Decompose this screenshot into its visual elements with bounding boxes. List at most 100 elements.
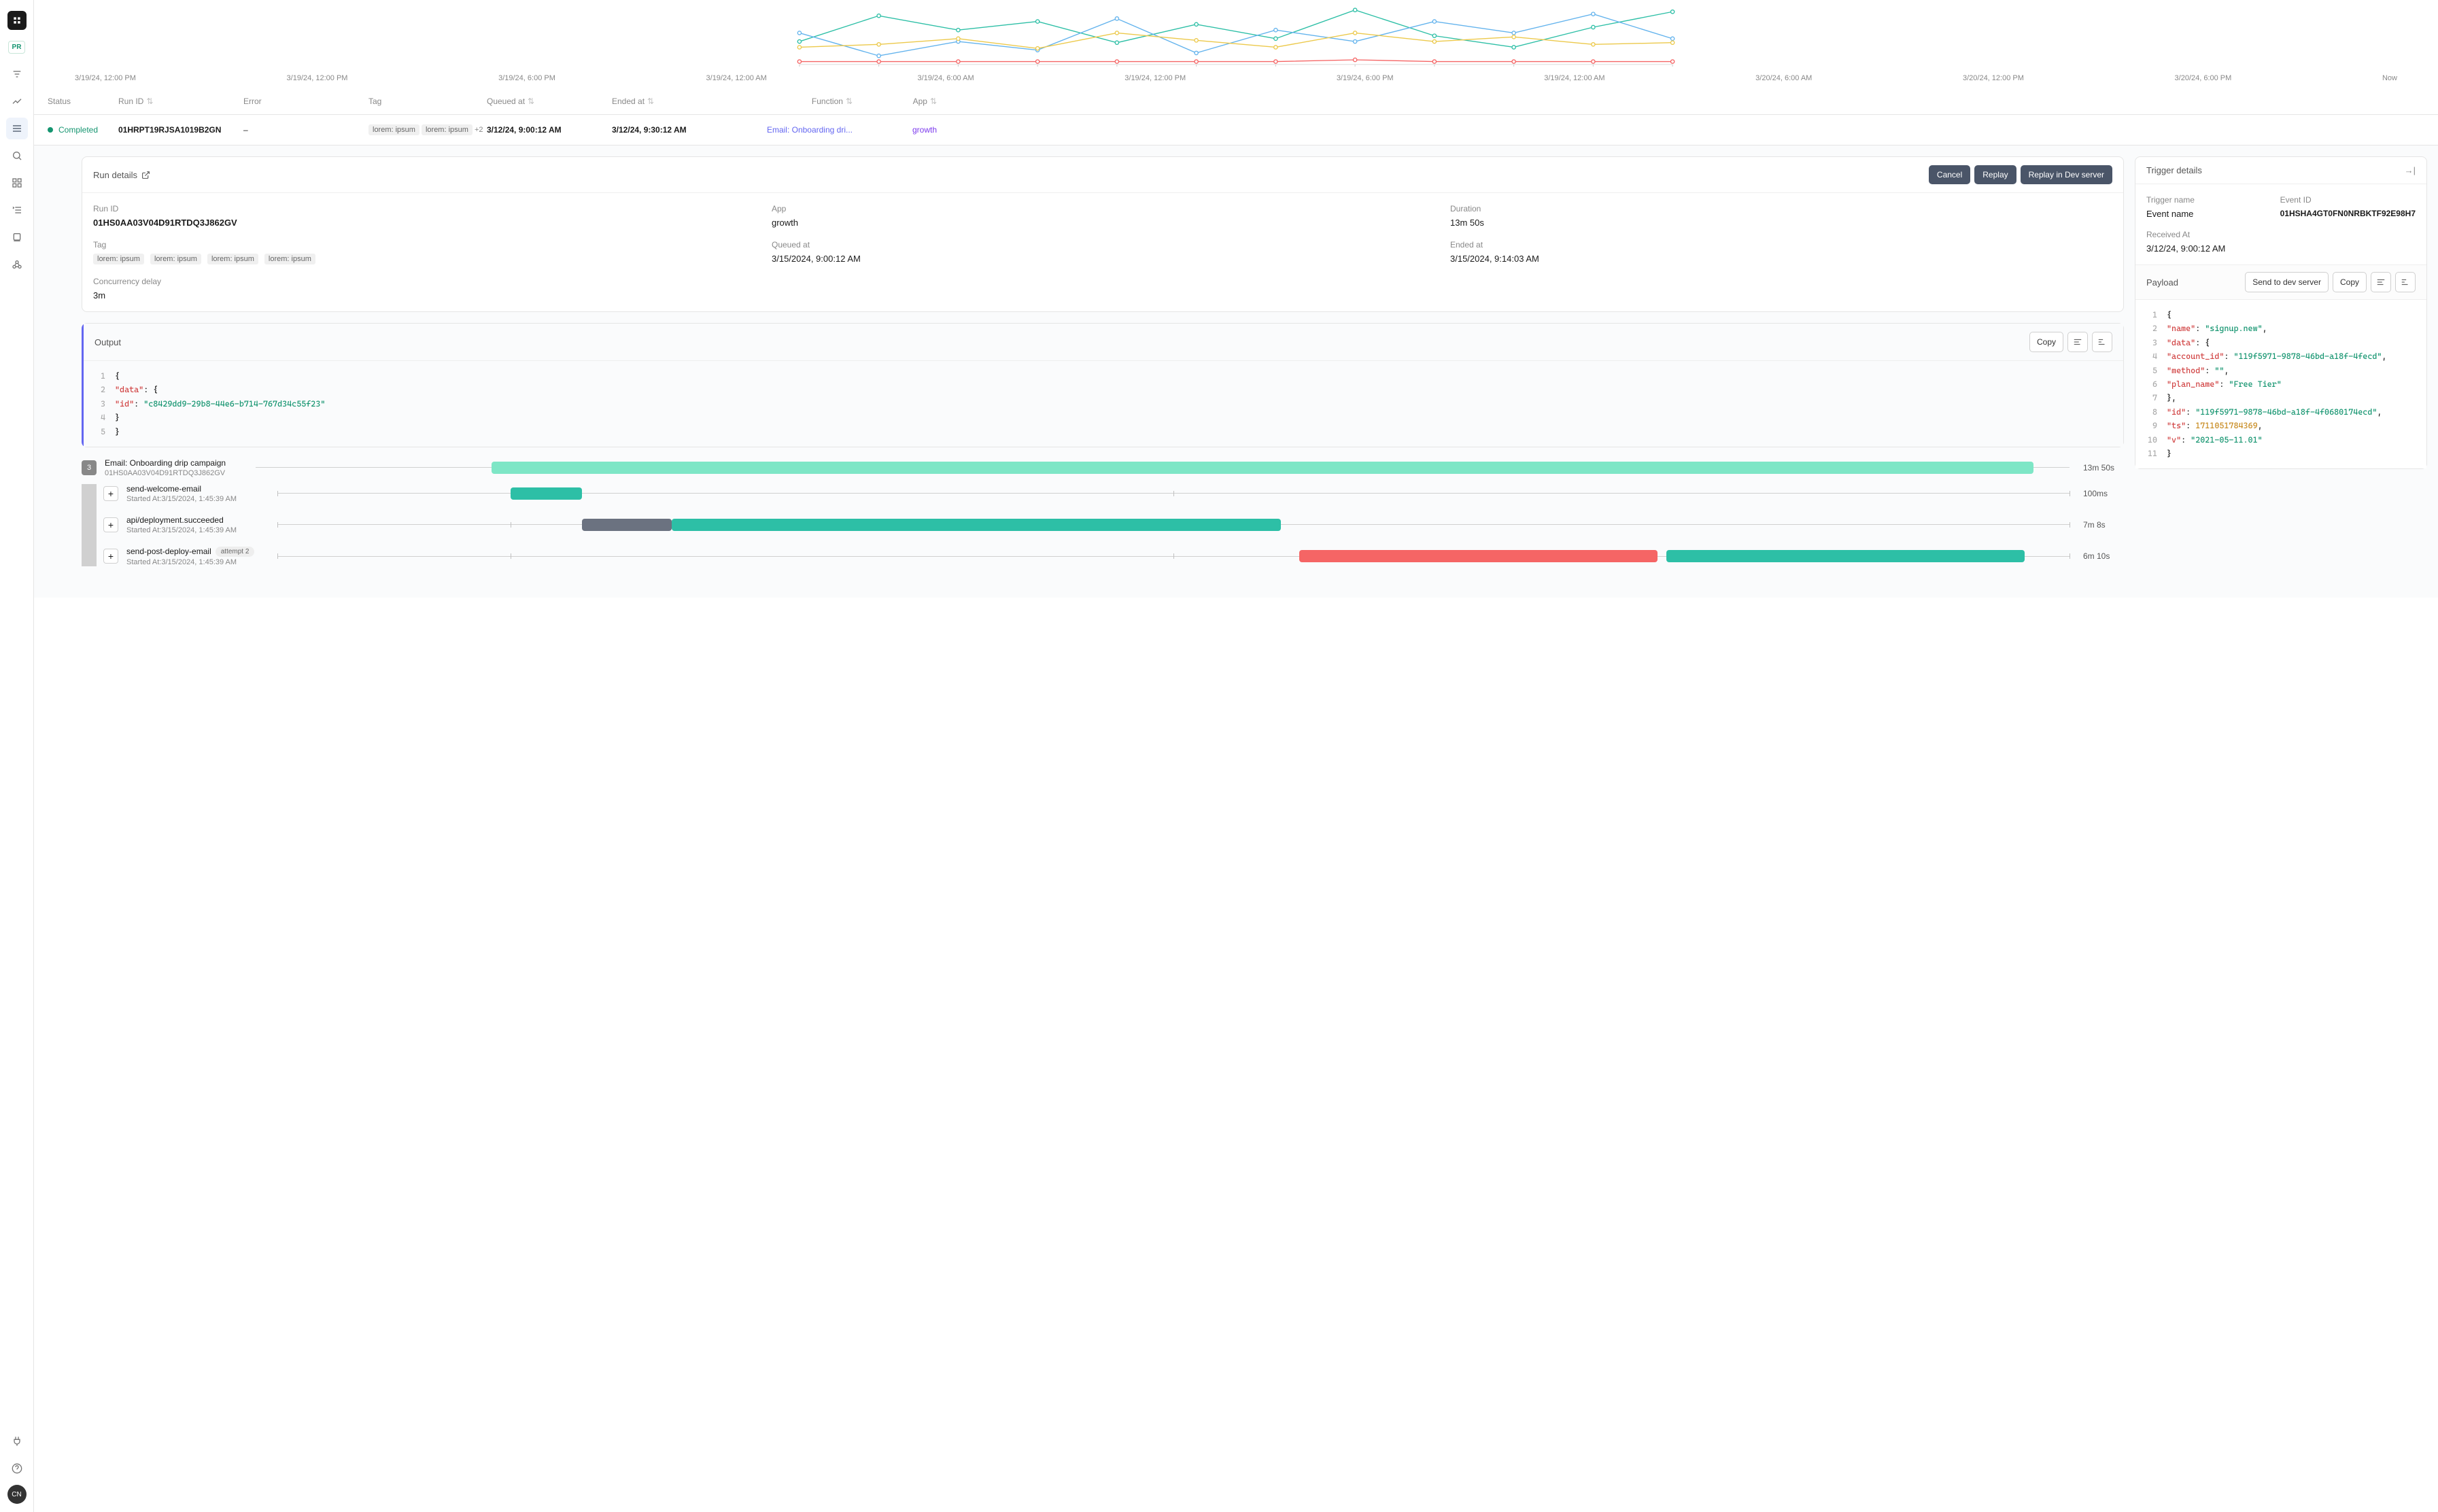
step-duration: 6m 10s (2083, 551, 2124, 561)
th-queued[interactable]: Queued at ⇅ (487, 97, 609, 106)
queue-icon[interactable] (6, 199, 28, 221)
cell-ended: 3/12/24, 9:30:12 AM (612, 125, 734, 135)
step-sub: Started At:3/15/2024, 1:45:39 AM (126, 495, 269, 503)
step-count-badge: 3 (82, 460, 97, 475)
step-name: Email: Onboarding drip campaign (105, 458, 247, 468)
label-tag: Tag (93, 240, 755, 250)
filter-icon[interactable] (6, 63, 28, 85)
format-icon[interactable] (2092, 332, 2112, 352)
trigger-card: Trigger details →| Trigger name Event nam… (2135, 156, 2427, 469)
expand-button[interactable]: + (103, 549, 118, 564)
replay-button[interactable]: Replay (1974, 165, 2016, 184)
step-duration: 7m 8s (2083, 520, 2124, 530)
list-icon[interactable] (6, 118, 28, 139)
th-ended[interactable]: Ended at ⇅ (612, 97, 734, 106)
output-code: 1{2 "data": {3 "id": "c8429dd9-29b8-44e6… (84, 361, 2123, 447)
th-function[interactable]: Function ⇅ (737, 97, 853, 106)
tag-chip: lorem: ipsum (93, 254, 144, 264)
cancel-button[interactable]: Cancel (1929, 165, 1970, 184)
tag-chip: lorem: ipsum (150, 254, 201, 264)
status-text: Completed (58, 125, 98, 135)
sort-icon: ⇅ (528, 97, 534, 106)
step-name: api/deployment.succeeded (126, 515, 269, 525)
th-run-id[interactable]: Run ID⇅ (118, 97, 241, 106)
send-dev-button[interactable]: Send to dev server (2245, 272, 2329, 292)
val-duration: 13m 50s (1450, 218, 2112, 228)
cell-function[interactable]: Email: Onboarding dri... (737, 125, 853, 135)
th-label: Run ID (118, 97, 143, 106)
val-received: 3/12/24, 9:00:12 AM (2146, 243, 2267, 254)
th-status[interactable]: Status (48, 97, 116, 106)
wrap-icon[interactable] (2371, 272, 2391, 292)
external-link-icon[interactable] (141, 171, 150, 179)
expand-button[interactable]: + (103, 517, 118, 532)
wrap-icon[interactable] (2067, 332, 2088, 352)
layers-icon[interactable] (6, 226, 28, 248)
tag-chip: lorem: ipsum (368, 124, 419, 135)
val-queued: 3/15/2024, 9:00:12 AM (772, 254, 1434, 264)
cell-run-id: 01HRPT19RJSA1019B2GN (118, 125, 241, 135)
expand-button[interactable]: + (103, 486, 118, 501)
val-run-id: 01HS0AA03V04D91RTDQ3J862GV (93, 218, 755, 228)
th-label: Queued at (487, 97, 525, 106)
output-card: Output Copy 1{2 "data": {3 "id": "c8429d… (82, 323, 2124, 447)
label-event-id: Event ID (2280, 195, 2416, 205)
apps-icon[interactable] (6, 172, 28, 194)
label-received: Received At (2146, 230, 2267, 239)
step-name: send-welcome-email (126, 484, 269, 494)
label-trigger-name: Trigger name (2146, 195, 2267, 205)
tag-chip: lorem: ipsum (264, 254, 315, 264)
label-run-id: Run ID (93, 204, 755, 213)
format-icon[interactable] (2395, 272, 2416, 292)
status-cell: Completed (48, 125, 116, 135)
payload-title: Payload (2146, 277, 2178, 288)
th-error[interactable]: Error (243, 97, 366, 106)
detail-area: Run details Cancel Replay Replay in Dev … (34, 145, 2438, 598)
val-concurrency: 3m (93, 290, 755, 300)
avatar[interactable]: CN (7, 1485, 27, 1504)
timeline-bar (277, 487, 2070, 500)
timeline-bar (277, 549, 2070, 563)
table-row[interactable]: Completed 01HRPT19RJSA1019B2GN – lorem: … (34, 115, 2438, 145)
th-label: Function (812, 97, 843, 106)
sort-icon: ⇅ (930, 97, 937, 106)
cell-tags: lorem: ipsumlorem: ipsum+2 (368, 124, 484, 135)
run-details-card: Run details Cancel Replay Replay in Dev … (82, 156, 2124, 312)
search-icon[interactable] (6, 145, 28, 167)
webhook-icon[interactable] (6, 254, 28, 275)
th-tag[interactable]: Tag (368, 97, 484, 106)
label-concurrency: Concurrency delay (93, 277, 755, 286)
tag-chip: lorem: ipsum (422, 124, 473, 135)
chart-icon[interactable] (6, 90, 28, 112)
logo-icon[interactable] (7, 11, 27, 30)
help-icon[interactable] (6, 1458, 28, 1479)
step-sub: Started At:3/15/2024, 1:45:39 AM (126, 526, 269, 534)
th-label: Ended at (612, 97, 645, 106)
label-queued: Queued at (772, 240, 1434, 250)
replay-dev-button[interactable]: Replay in Dev server (2021, 165, 2112, 184)
step-duration: 100ms (2083, 489, 2124, 498)
sort-icon: ⇅ (846, 97, 853, 106)
timeline-bar (277, 518, 2070, 532)
th-app[interactable]: App ⇅ (855, 97, 937, 106)
copy-payload-button[interactable]: Copy (2333, 272, 2367, 292)
sidebar: PR CN (0, 0, 34, 1512)
status-dot-icon (48, 127, 53, 133)
step-name: send-post-deploy-emailattempt 2 (126, 547, 269, 557)
timeline-step: + send-welcome-emailStarted At:3/15/2024,… (103, 484, 2124, 503)
copy-button[interactable]: Copy (2029, 332, 2063, 352)
pr-badge[interactable]: PR (8, 41, 26, 54)
label-duration: Duration (1450, 204, 2112, 213)
line-chart (48, 0, 2424, 68)
collapse-icon[interactable]: →| (2405, 165, 2416, 175)
step-sub: Started At:3/15/2024, 1:45:39 AM (126, 558, 269, 566)
val-tags: lorem: ipsumlorem: ipsumlorem: ipsumlore… (93, 254, 755, 264)
trigger-title: Trigger details (2146, 165, 2202, 175)
val-trigger-name: Event name (2146, 209, 2267, 219)
val-app[interactable]: growth (772, 218, 1434, 228)
cell-app[interactable]: growth (855, 125, 937, 135)
cell-error: – (243, 125, 366, 135)
plug-icon[interactable] (6, 1430, 28, 1452)
timeline-bar (256, 461, 2070, 475)
timeline-step: + api/deployment.succeededStarted At:3/15… (103, 515, 2124, 534)
